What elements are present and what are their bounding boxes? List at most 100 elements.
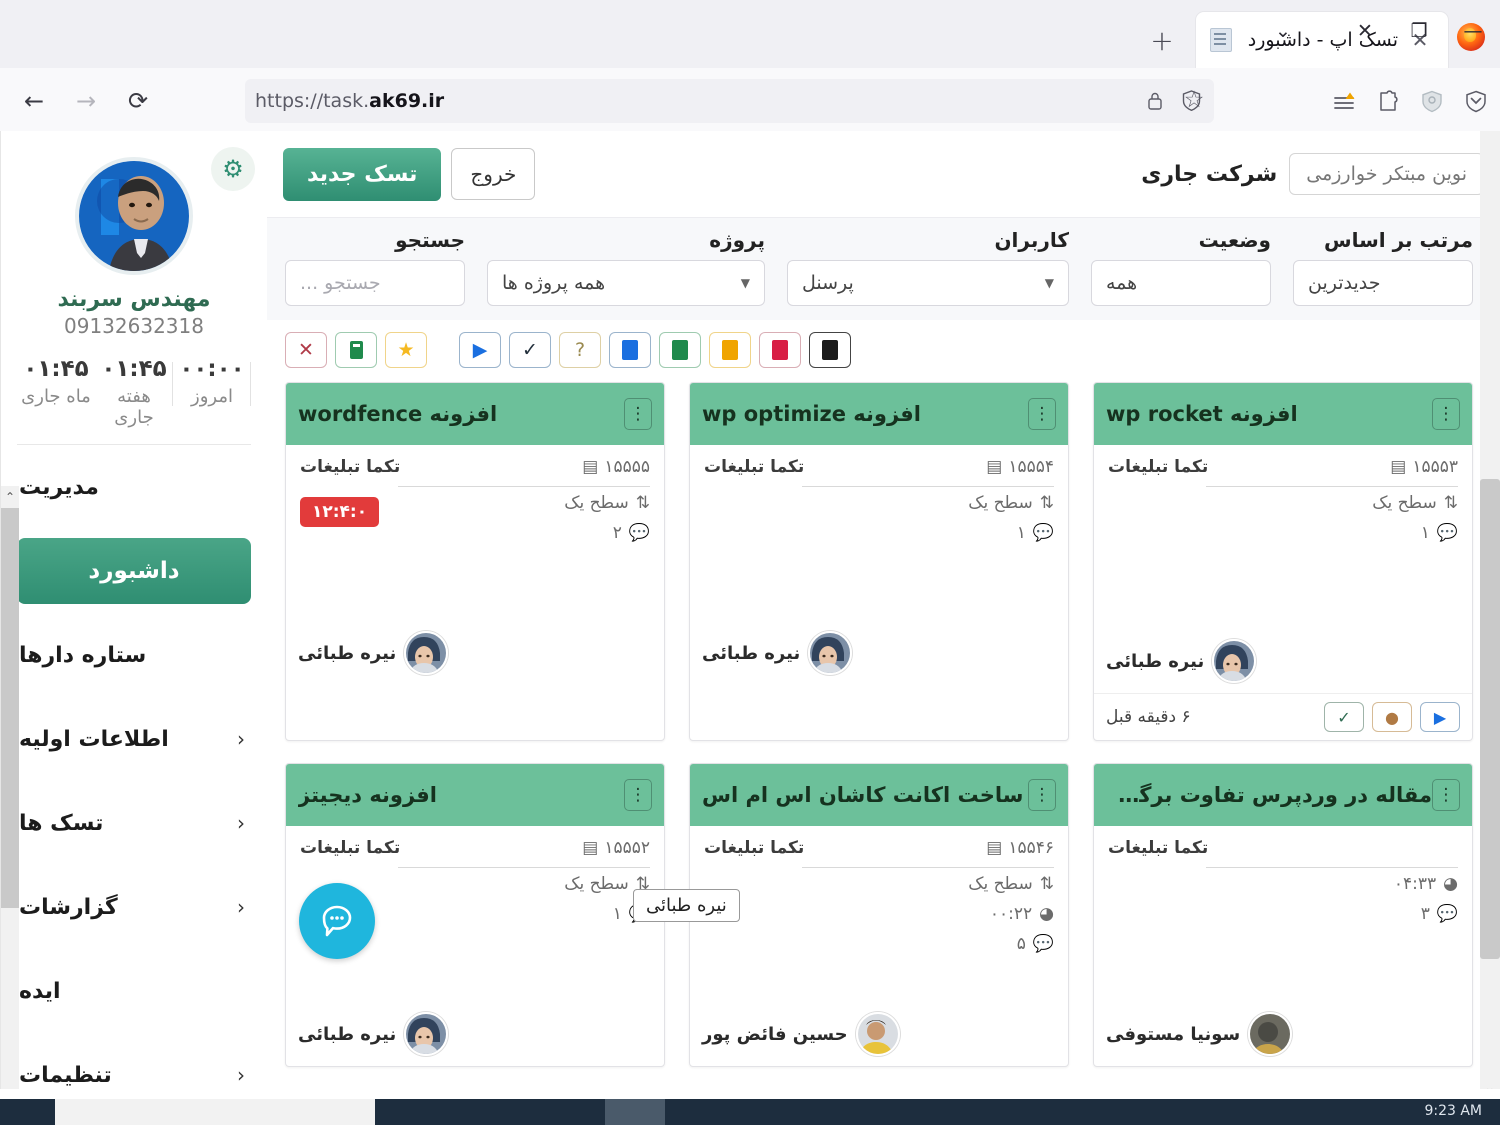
done-filter-chip[interactable]: ✓ — [509, 332, 551, 368]
start-timer-button[interactable]: ▶ — [1420, 702, 1460, 732]
assignee-avatar — [404, 631, 449, 675]
play-filter-chip[interactable]: ▶ — [459, 332, 501, 368]
new-tab-button[interactable]: + — [1142, 20, 1182, 60]
divider — [1206, 486, 1458, 487]
taskbar-window-item[interactable] — [605, 1099, 665, 1125]
black-label-chip[interactable] — [809, 332, 851, 368]
level-label: سطح یک — [968, 874, 1033, 894]
task-card-header: ساخت اکانت کاشان اس ام اس ⋮ — [690, 764, 1068, 826]
bookmark-star-icon[interactable]: ☆ — [1173, 79, 1215, 121]
green-label-chip[interactable] — [659, 332, 701, 368]
task-level: سطح یک ⇅ — [704, 874, 1054, 894]
sidebar-scrollbar-thumb[interactable] — [1, 508, 19, 908]
clear-filter-chip[interactable]: ✕ — [285, 332, 327, 368]
task-assignee[interactable]: نیره طبائی — [298, 1012, 449, 1056]
chevron-left-icon[interactable]: ‹ — [237, 1063, 245, 1087]
task-assignee[interactable]: سونیا مستوفی — [1106, 1012, 1293, 1056]
star-filter-chip[interactable]: ★ — [385, 332, 427, 368]
task-card[interactable]: مقاله در وردپرس تفاوت برگه و ن ...⋮ تکما … — [1093, 763, 1473, 1067]
task-menu-icon[interactable]: ⋮ — [624, 398, 652, 430]
task-menu-icon[interactable]: ⋮ — [1432, 779, 1460, 811]
back-icon[interactable]: ← — [8, 75, 60, 127]
gear-icon[interactable]: ⚙ — [211, 147, 255, 191]
user-profile: ⚙ مهندس سربند 09132632318 ۰۱:۴۵ ماه جاری… — [1, 131, 267, 445]
browser-window: تسک اپ - داشبورد ✕ + ⌄ — ❐ ✕ ← → ⟳ https… — [0, 0, 1500, 1125]
comment-task-button[interactable]: ● — [1372, 702, 1412, 732]
red-label-chip[interactable] — [759, 332, 801, 368]
user-name: مهندس سربند — [57, 287, 211, 312]
close-window-icon[interactable]: ✕ — [1338, 0, 1392, 62]
sidebar-item-0[interactable]: مدیریت — [1, 445, 267, 529]
tracking-shield-icon[interactable] — [1413, 82, 1451, 120]
minimize-window-icon[interactable]: — — [1446, 0, 1500, 62]
sidebar-item-label: اطلاعات اولیه — [19, 726, 169, 752]
chevron-down-icon[interactable]: ▼ — [1045, 276, 1054, 290]
sidebar-item-label[interactable]: داشبورد — [17, 538, 251, 604]
url-bar[interactable]: https://task.ak69.ir — [245, 78, 1214, 123]
approve-task-button[interactable]: ✓ — [1324, 702, 1364, 732]
sidebar-item-6[interactable]: ایده — [1, 949, 267, 1033]
archive-chip[interactable] — [335, 332, 377, 368]
pocket-icon[interactable] — [1457, 82, 1495, 120]
page-body: تسک جدید خروج شرکت جاری نوین مبتکر خوارز… — [0, 131, 1500, 1099]
exit-button[interactable]: خروج — [451, 148, 536, 200]
task-assignee[interactable]: نیره طبائی — [702, 631, 853, 675]
task-assignee[interactable]: نیره طبائی — [1106, 639, 1257, 683]
current-company-value[interactable]: نوین مبتکر خوارزمی — [1289, 153, 1484, 195]
blue-label-chip[interactable] — [609, 332, 651, 368]
comment-count: ۱ — [1016, 523, 1026, 543]
task-title: افزونه wordfence — [298, 402, 498, 426]
filter-control[interactable]: پرسنل ▼ — [787, 260, 1069, 306]
sidebar-item-5[interactable]: گزارشات ‹ — [1, 865, 267, 949]
content-scrollbar[interactable]: ⌃ ⌄ — [1480, 131, 1500, 1099]
task-card[interactable]: افزونه wordfence ⋮ تکما تبلیغات ▤ ۱۵۵۵۵ سطح ی… — [285, 382, 665, 741]
chevron-left-icon[interactable]: ‹ — [237, 895, 245, 919]
taskbar-window-item[interactable] — [55, 1099, 375, 1125]
filter-control[interactable]: جدیدترین — [1293, 260, 1473, 306]
level-label: سطح یک — [564, 493, 629, 513]
task-card[interactable]: ساخت اکانت کاشان اس ام اس ⋮ تکما تبلیغات ▤ ۱… — [689, 763, 1069, 1067]
task-card[interactable]: افزونه wp rocket ⋮ تکما تبلیغات ▤ ۱۵۵۵۳ سطح ی… — [1093, 382, 1473, 741]
sidebar-item-label: ستاره دارها — [19, 642, 147, 668]
task-id-value: ۱۵۵۵۲ — [604, 838, 650, 858]
filter-control[interactable]: همه — [1091, 260, 1271, 306]
chevron-left-icon[interactable]: ‹ — [237, 727, 245, 751]
divider — [802, 486, 1054, 487]
task-menu-icon[interactable]: ⋮ — [1028, 398, 1056, 430]
hamburger-menu-icon[interactable] — [1325, 82, 1363, 120]
content-scrollbar-thumb[interactable] — [1480, 479, 1500, 959]
sidebar-item-2[interactable]: ستاره دارها — [1, 613, 267, 697]
reload-icon[interactable]: ⟳ — [112, 75, 164, 127]
task-assignee[interactable]: حسین فائض پور — [702, 1012, 900, 1056]
sidebar-item-4[interactable]: تسک ها ‹ — [1, 781, 267, 865]
task-menu-icon[interactable]: ⋮ — [1028, 779, 1056, 811]
chip-glyph: ★ — [397, 339, 415, 361]
new-task-button[interactable]: تسک جدید — [283, 147, 442, 201]
divider — [398, 867, 650, 868]
sidebar-scrollbar[interactable]: ⌃ ⌄ — [1, 486, 19, 1099]
list-all-tabs-icon[interactable]: ⌄ — [1256, 0, 1310, 62]
id-icon: ▤ — [582, 457, 599, 477]
task-assignee[interactable]: نیره طبائی — [298, 631, 449, 675]
orange-label-chip[interactable] — [709, 332, 751, 368]
filter-control[interactable]: همه پروژه ها ▼ — [487, 260, 765, 306]
unknown-filter-chip[interactable]: ? — [559, 332, 601, 368]
sidebar-scroll-up-icon[interactable]: ⌃ — [1, 486, 19, 508]
topbar-actions: تسک جدید خروج — [283, 147, 536, 201]
assignee-avatar — [855, 1012, 900, 1056]
sidebar-item-label: تنظیمات — [19, 1062, 112, 1088]
chevron-left-icon[interactable]: ‹ — [237, 811, 245, 835]
sidebar-item-1[interactable]: داشبورد — [1, 529, 267, 613]
maximize-window-icon[interactable]: ❐ — [1392, 0, 1446, 62]
task-menu-icon[interactable]: ⋮ — [624, 779, 652, 811]
sidebar-item-label: مدیریت — [19, 474, 99, 500]
forward-icon[interactable]: → — [60, 75, 112, 127]
task-card[interactable]: افزونه wp optimize ⋮ تکما تبلیغات ▤ ۱۵۵۵۴ سطح… — [689, 382, 1069, 741]
chevron-down-icon[interactable]: ▼ — [741, 276, 750, 290]
task-menu-icon[interactable]: ⋮ — [1432, 398, 1460, 430]
avatar[interactable] — [75, 157, 193, 275]
extensions-icon[interactable] — [1369, 82, 1407, 120]
filter-control[interactable]: جستجو ... — [285, 260, 465, 306]
sidebar-item-3[interactable]: اطلاعات اولیه ‹ — [1, 697, 267, 781]
chat-bubble-widget[interactable] — [299, 883, 375, 959]
